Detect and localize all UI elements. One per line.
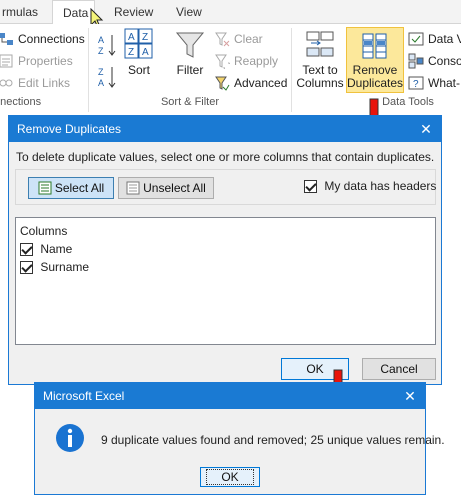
message-ok-button[interactable]: OK — [200, 467, 260, 487]
message-text: 9 duplicate values found and removed; 25… — [101, 433, 445, 447]
list-item[interactable]: Name — [20, 242, 73, 257]
select-all-icon — [38, 181, 52, 195]
tab-view[interactable]: View — [166, 0, 212, 24]
tab-formulas[interactable]: rmulas — [0, 0, 48, 24]
reapply-button[interactable]: Reapply — [214, 52, 278, 70]
unselect-all-label: Unselect All — [143, 181, 206, 195]
remove-duplicates-dialog: Remove Duplicates ✕ To delete duplicate … — [8, 115, 442, 385]
dialog-title: Remove Duplicates — [17, 122, 122, 136]
sort-z-to-a-icon[interactable]: Z A — [97, 64, 119, 92]
filter-funnel-icon — [175, 32, 205, 58]
advanced-label: Advanced — [234, 76, 288, 90]
remove-duplicates-button[interactable]: Remove Duplicates — [346, 32, 404, 90]
consolidate-label: Conso — [428, 54, 461, 68]
columns-header: Columns — [20, 224, 68, 238]
data-validation-button[interactable]: Data V — [408, 30, 461, 48]
ribbon: rmulas Data Review View Connections Prop… — [0, 0, 461, 118]
sort-a-to-z-icon[interactable]: A Z — [97, 32, 119, 60]
group-divider — [291, 28, 292, 112]
column-checkbox-surname[interactable] — [20, 261, 33, 275]
data-validation-label: Data V — [428, 32, 461, 46]
properties-label: Properties — [18, 54, 73, 68]
column-label-surname: Surname — [40, 260, 90, 274]
sort-label: Sort — [127, 63, 150, 77]
text-to-columns-line2: Columns — [296, 76, 344, 90]
tab-review[interactable]: Review — [104, 0, 163, 24]
group-label-sort-filter: Sort & Filter — [160, 96, 220, 108]
button-panel: Select All Unselect All My data has head… — [15, 169, 436, 205]
remove-duplicates-icon — [362, 33, 387, 59]
connections-button[interactable]: Connections — [0, 30, 85, 48]
properties-icon — [0, 54, 13, 68]
edit-links-label: Edit Links — [18, 76, 71, 90]
edit-links-button[interactable]: Edit Links — [0, 74, 70, 92]
text-to-columns-icon — [306, 31, 334, 57]
text-to-columns-line1: Text to — [302, 63, 338, 77]
advanced-filter-icon — [215, 76, 230, 91]
reapply-label: Reapply — [234, 54, 279, 68]
svg-text:A: A — [98, 78, 104, 88]
group-divider — [88, 28, 89, 112]
close-icon: ✕ — [404, 388, 416, 404]
column-checkbox-name[interactable] — [20, 243, 33, 257]
what-if-analysis-button[interactable]: ? What-I — [408, 74, 461, 92]
remove-duplicates-line2: Duplicates — [346, 76, 404, 90]
svg-text:A: A — [142, 47, 149, 58]
what-if-analysis-icon: ? — [408, 76, 424, 90]
message-box-close-button[interactable]: ✕ — [395, 383, 425, 409]
properties-button[interactable]: Properties — [0, 52, 73, 70]
message-ok-label: OK — [206, 469, 254, 485]
column-label-name: Name — [40, 242, 73, 256]
edit-links-icon — [0, 79, 13, 87]
headers-checkbox[interactable] — [304, 180, 317, 194]
group-label-connections: nnections — [0, 96, 42, 108]
tab-data[interactable]: Data — [52, 0, 95, 25]
select-all-button[interactable]: Select All — [28, 177, 114, 199]
dialog-titlebar: Remove Duplicates ✕ — [9, 116, 441, 142]
svg-text:A: A — [98, 35, 104, 45]
consolidate-button[interactable]: Conso — [408, 52, 461, 70]
sort-icon: A Z Z A — [124, 28, 153, 59]
consolidate-icon — [408, 53, 424, 69]
select-all-label: Select All — [54, 181, 105, 195]
clear-button[interactable]: Clear — [214, 30, 263, 48]
text-to-columns-button[interactable]: Text to Columns — [296, 30, 344, 90]
headers-checkbox-label: My data has headers — [324, 179, 437, 193]
svg-text:Z: Z — [98, 46, 104, 56]
filter-button[interactable]: Filter — [172, 30, 208, 77]
remove-duplicates-line1: Remove — [352, 63, 398, 77]
unselect-all-button[interactable]: Unselect All — [118, 177, 214, 199]
headers-checkbox-row[interactable]: My data has headers — [304, 179, 437, 194]
svg-text:?: ? — [413, 79, 419, 90]
message-box-title: Microsoft Excel — [43, 389, 125, 403]
columns-listbox[interactable]: Columns Name Surname — [15, 217, 436, 345]
connections-label: Connections — [18, 32, 85, 46]
connections-icon — [0, 33, 13, 45]
svg-text:Z: Z — [142, 32, 148, 43]
what-if-analysis-label: What-I — [428, 76, 461, 90]
clear-label: Clear — [234, 32, 263, 46]
data-validation-icon — [408, 32, 424, 46]
close-icon: ✕ — [420, 121, 432, 137]
svg-text:Z: Z — [128, 47, 134, 58]
filter-label: Filter — [176, 63, 204, 77]
sort-button[interactable]: A Z Z A Sort — [122, 28, 156, 77]
message-box: Microsoft Excel ✕ 9 duplicate values fou… — [34, 382, 445, 495]
unselect-all-icon — [126, 181, 140, 195]
svg-text:A: A — [128, 32, 135, 43]
ribbon-tab-bar: rmulas Data Review View — [0, 0, 461, 29]
advanced-button[interactable]: Advanced — [214, 74, 287, 92]
message-box-titlebar: Microsoft Excel ✕ — [35, 383, 425, 409]
svg-text:Z: Z — [98, 67, 104, 77]
clear-filter-icon — [215, 32, 230, 47]
reapply-icon — [215, 54, 230, 69]
ribbon-body: Connections Properties Edit Links nnecti… — [0, 24, 461, 118]
info-icon — [56, 424, 84, 452]
close-button[interactable]: ✕ — [411, 116, 441, 142]
instruction-text: To delete duplicate values, select one o… — [16, 150, 435, 164]
list-item[interactable]: Surname — [20, 260, 90, 275]
cancel-button[interactable]: Cancel — [362, 358, 436, 380]
